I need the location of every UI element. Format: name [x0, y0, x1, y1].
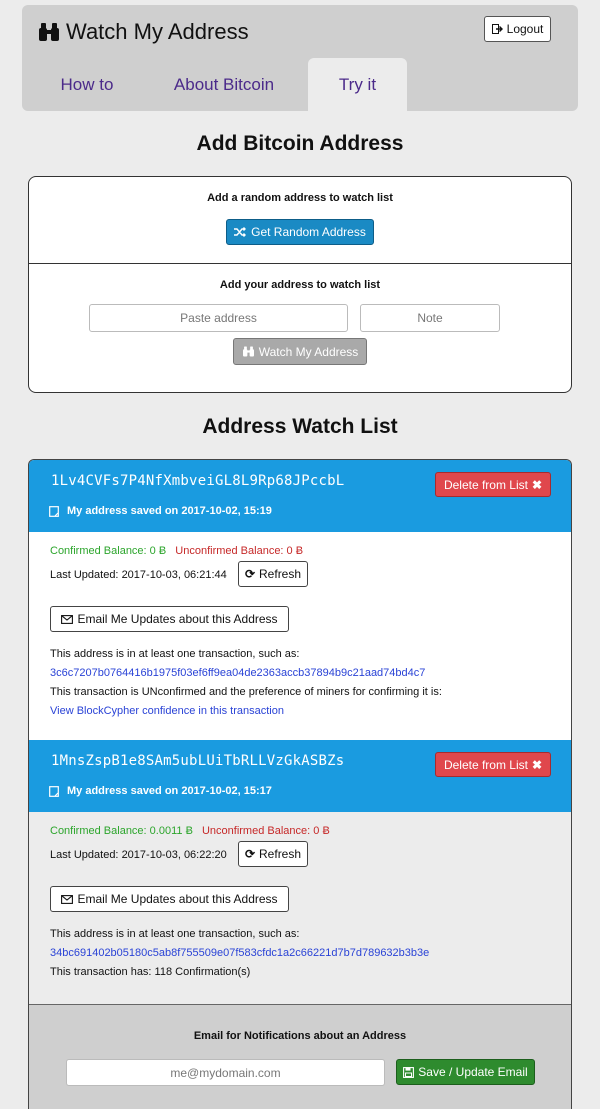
- add-address-title: Add Bitcoin Address: [196, 132, 404, 155]
- email-notification-panel: Email for Notifications about an Address…: [29, 1004, 571, 1109]
- tx-hash-link[interactable]: 3c6c7207b0764416b1975f03ef6ff9ea04de2363…: [50, 667, 425, 679]
- balance-line: Confirmed Balance: 0.0011 Ƀ Unconfirmed …: [50, 825, 330, 837]
- watch-list-title: Address Watch List: [202, 415, 398, 438]
- saved-text: My address saved on 2017-10-02, 15:19: [67, 505, 272, 517]
- binoculars-icon: [39, 23, 59, 41]
- save-email-label: Save / Update Email: [418, 1065, 528, 1079]
- last-updated-label: Last Updated:: [50, 849, 122, 861]
- balance-line: Confirmed Balance: 0 Ƀ Unconfirmed Balan…: [50, 545, 303, 557]
- confirmed-balance-label: Confirmed Balance:: [50, 825, 150, 837]
- bitcoin-icon: Ƀ: [322, 825, 330, 837]
- tx-intro: This address is in at least one transact…: [50, 648, 300, 660]
- unconfirmed-balance-value: 0: [286, 545, 293, 557]
- email-input[interactable]: me@mydomain.com: [66, 1059, 385, 1086]
- confirmed-balance-value: 0.0011: [149, 825, 183, 837]
- binoculars-icon: [242, 346, 254, 357]
- watch-my-address-label: Watch My Address: [258, 344, 359, 359]
- refresh-icon: ⟳: [244, 847, 256, 861]
- bitcoin-icon: Ƀ: [185, 825, 193, 837]
- last-updated-label: Last Updated:: [50, 569, 122, 581]
- get-random-address-label: Get Random Address: [251, 225, 366, 239]
- tx-status: This transaction is UNconfirmed and the …: [50, 686, 442, 698]
- confidence-link[interactable]: View BlockCypher confidence in this tran…: [50, 705, 284, 717]
- refresh-icon: ⟳: [244, 567, 256, 581]
- save-icon: [403, 1066, 415, 1078]
- refresh-label: Refresh: [259, 847, 302, 861]
- envelope-icon: [61, 894, 74, 904]
- note-icon: [49, 785, 59, 797]
- last-updated-value: 2017-10-03, 06:22:20: [121, 849, 227, 861]
- email-updates-label: Email Me Updates about this Address: [77, 612, 278, 626]
- saved-note: My address saved on 2017-10-02, 15:17: [49, 785, 272, 797]
- tab-how-to[interactable]: How to: [42, 58, 132, 111]
- close-icon: ✖: [531, 757, 543, 772]
- address-input[interactable]: Paste address: [89, 304, 348, 332]
- confirmed-balance-label: Confirmed Balance:: [50, 545, 150, 557]
- email-updates-label: Email Me Updates about this Address: [77, 892, 278, 906]
- last-updated-line: Last Updated: 2017-10-03, 06:22:20: [50, 849, 227, 861]
- brand: Watch My Address: [38, 19, 249, 45]
- saved-note: My address saved on 2017-10-02, 15:19: [49, 505, 272, 517]
- close-icon: ✖: [531, 477, 543, 492]
- confirmed-balance-value: 0: [149, 545, 156, 557]
- watch-entry-header: 1MnsZspB1e8SAm5ubLUiTbRLLVzGkASBZs Delet…: [29, 740, 571, 812]
- last-updated-line: Last Updated: 2017-10-03, 06:21:44: [50, 569, 227, 581]
- tx-status: This transaction has: 118 Confirmation(s…: [50, 966, 251, 978]
- saved-text: My address saved on 2017-10-02, 15:17: [67, 785, 272, 797]
- divider: [29, 263, 571, 264]
- tx-hash-link[interactable]: 34bc691402b05180c5ab8f755509e07f583cfdc1…: [50, 947, 429, 959]
- note-input[interactable]: Note: [360, 304, 500, 332]
- watched-address: 1Lv4CVFs7P4NfXmbveiGL8L9Rp68JPccbL: [51, 473, 345, 489]
- own-address-label: Add your address to watch list: [219, 279, 381, 291]
- unconfirmed-balance-label: Unconfirmed Balance:: [175, 545, 287, 557]
- tab-about-bitcoin[interactable]: About Bitcoin: [160, 58, 288, 111]
- refresh-button[interactable]: ⟳ Refresh: [238, 561, 308, 587]
- watch-my-address-button[interactable]: Watch My Address: [233, 338, 367, 365]
- watch-list-panel: 1Lv4CVFs7P4NfXmbveiGL8L9Rp68JPccbL Delet…: [28, 459, 572, 1109]
- email-updates-button[interactable]: Email Me Updates about this Address: [50, 606, 289, 632]
- unconfirmed-balance-value: 0: [313, 825, 320, 837]
- tab-try-it[interactable]: Try it: [308, 58, 407, 111]
- refresh-button[interactable]: ⟳ Refresh: [238, 841, 308, 867]
- random-address-label: Add a random address to watch list: [207, 192, 393, 204]
- delete-label: Delete from List: [443, 477, 528, 492]
- app-header: Watch My Address Logout How to About Bit…: [22, 5, 578, 111]
- logout-button[interactable]: Logout: [484, 16, 551, 42]
- watch-entry-body: Confirmed Balance: 0.0011 Ƀ Unconfirmed …: [29, 812, 571, 1004]
- add-address-panel: Add a random address to watch list Get R…: [28, 176, 572, 393]
- sign-out-icon: [491, 24, 503, 34]
- get-random-address-button[interactable]: Get Random Address: [226, 219, 374, 245]
- app-title: Watch My Address: [66, 19, 249, 44]
- email-updates-button[interactable]: Email Me Updates about this Address: [50, 886, 289, 912]
- bitcoin-icon: Ƀ: [295, 545, 304, 557]
- delete-from-list-button[interactable]: Delete from List ✖: [435, 472, 551, 497]
- logout-label: Logout: [506, 22, 544, 36]
- shuffle-icon: [234, 227, 247, 237]
- delete-label: Delete from List: [443, 757, 528, 772]
- save-email-button[interactable]: Save / Update Email: [396, 1059, 535, 1085]
- envelope-icon: [61, 614, 74, 624]
- watch-entry-body: Confirmed Balance: 0 Ƀ Unconfirmed Balan…: [29, 532, 571, 740]
- bitcoin-icon: Ƀ: [158, 545, 167, 557]
- watched-address: 1MnsZspB1e8SAm5ubLUiTbRLLVzGkASBZs: [51, 753, 345, 769]
- email-label: Email for Notifications about an Address: [193, 1030, 407, 1042]
- tx-intro: This address is in at least one transact…: [50, 928, 300, 940]
- note-icon: [49, 505, 59, 517]
- last-updated-value: 2017-10-03, 06:21:44: [121, 569, 227, 581]
- delete-from-list-button[interactable]: Delete from List ✖: [435, 752, 551, 777]
- watch-entry-header: 1Lv4CVFs7P4NfXmbveiGL8L9Rp68JPccbL Delet…: [29, 460, 571, 532]
- refresh-label: Refresh: [259, 567, 302, 581]
- unconfirmed-balance-label: Unconfirmed Balance:: [201, 825, 314, 837]
